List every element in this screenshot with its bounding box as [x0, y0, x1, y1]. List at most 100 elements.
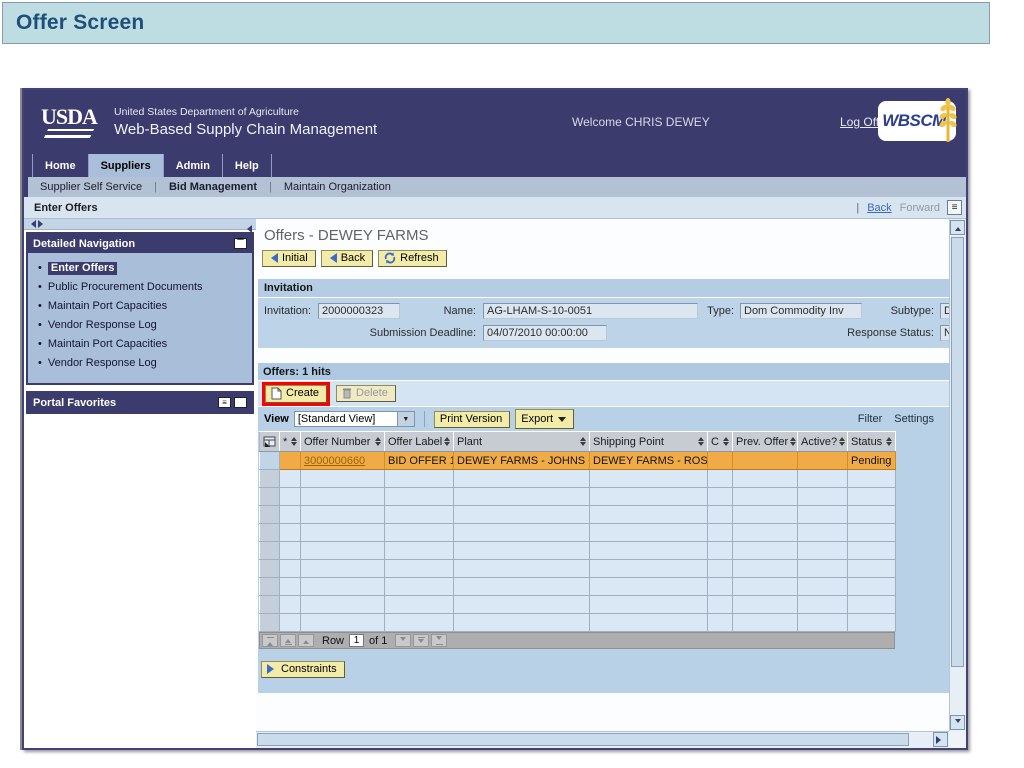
scroll-up-icon[interactable]	[950, 220, 965, 235]
second-level-nav: Supplier Self Service | Bid Management |…	[24, 177, 966, 197]
row-selector-cell[interactable]	[259, 487, 280, 506]
sidebar-item-vendor-response-log-2[interactable]: Vendor Response Log	[28, 354, 252, 373]
column-header-status[interactable]: Status	[847, 431, 896, 452]
vertical-scroll-thumb[interactable]	[951, 237, 964, 667]
row-selector-cell[interactable]	[259, 469, 280, 488]
row-down-button[interactable]	[395, 634, 412, 647]
column-header-star[interactable]: *	[279, 431, 301, 452]
horizontal-scroll-thumb[interactable]	[257, 733, 909, 746]
column-header-offer-number[interactable]: Offer Number	[300, 431, 385, 452]
panel-window-icon[interactable]	[234, 397, 247, 408]
create-delete-row: Create Delete	[258, 381, 949, 407]
breadcrumb: Enter Offers	[34, 201, 98, 214]
page-up-button[interactable]	[280, 634, 296, 647]
sidebar-scroll-left-icon[interactable]	[27, 220, 36, 228]
type-field[interactable]: Dom Commodity Inv	[740, 303, 862, 319]
sidebar-item-maintain-port-capacities[interactable]: Maintain Port Capacities	[28, 297, 252, 316]
subtype-field[interactable]: Definite	[940, 303, 949, 319]
sidebar-item-vendor-response-log[interactable]: Vendor Response Log	[28, 316, 252, 335]
offers-section-header: Offers: 1 hits	[258, 363, 949, 381]
response-status-field[interactable]: New	[940, 325, 949, 341]
page-down-button[interactable]	[413, 634, 430, 647]
row-selector-cell[interactable]	[259, 577, 280, 596]
page-title: Offer Screen	[16, 11, 145, 34]
last-row-button[interactable]	[431, 634, 448, 647]
subnav-maintain-organization[interactable]: Maintain Organization	[282, 181, 393, 193]
log-off-link[interactable]: Log Off	[840, 115, 879, 129]
first-row-button[interactable]	[262, 634, 278, 647]
sidebar-collapse-icon[interactable]	[243, 225, 252, 233]
subnav-bid-management[interactable]: Bid Management	[167, 181, 259, 193]
sidebar-item-enter-offers[interactable]: Enter Offers	[28, 259, 252, 278]
invitation-number-field[interactable]: 2000000323	[318, 303, 400, 319]
dept-line1: United States Department of Agriculture	[114, 106, 300, 118]
tab-suppliers[interactable]: Suppliers	[88, 154, 164, 177]
row-selector-cell[interactable]	[259, 541, 280, 560]
column-header-c[interactable]: C	[707, 431, 733, 452]
row-up-button[interactable]	[298, 634, 314, 647]
content-area: Offers - DEWEY FARMS Initial Back Refres…	[256, 219, 949, 731]
sidebar-item-public-procurement-documents[interactable]: Public Procurement Documents	[28, 278, 252, 297]
page-options-icon[interactable]: ≡	[947, 200, 962, 215]
status-cell: Pending	[847, 451, 896, 470]
initial-button[interactable]: Initial	[262, 250, 316, 267]
table-toolbar: View ▼ Print Version Export	[258, 407, 949, 431]
scroll-down-icon[interactable]	[950, 715, 965, 730]
create-button[interactable]: Create	[265, 384, 328, 403]
tab-help[interactable]: Help	[223, 154, 272, 177]
delete-button[interactable]: Delete	[336, 385, 396, 402]
tab-admin[interactable]: Admin	[164, 154, 223, 177]
star-cell	[279, 451, 301, 470]
dept-line2: Web-Based Supply Chain Management	[114, 121, 378, 138]
column-header-shipping-point[interactable]: Shipping Point	[589, 431, 708, 452]
row-selector-cell[interactable]	[259, 613, 280, 632]
tab-home[interactable]: Home	[32, 154, 89, 177]
row-selector-cell[interactable]	[259, 505, 280, 524]
view-dropdown-input[interactable]	[293, 411, 398, 427]
row-selector-cell[interactable]	[259, 595, 280, 614]
row-selector-cell[interactable]	[259, 523, 280, 542]
sort-icon	[580, 434, 586, 449]
export-button[interactable]: Export	[515, 409, 575, 429]
constraints-button[interactable]: Constraints	[261, 661, 345, 678]
forward-link[interactable]: Forward	[900, 202, 940, 214]
offers-section: Offers: 1 hits Create Delete View [Stand…	[258, 363, 949, 693]
column-header-plant[interactable]: Plant	[453, 431, 590, 452]
submission-deadline-field[interactable]: 04/07/2010 00:00:00	[483, 325, 607, 341]
empty-table-row	[259, 559, 896, 578]
back-link[interactable]: Back	[867, 202, 891, 214]
trash-icon	[343, 388, 352, 399]
table-pagination-bar: Row 1 of 1	[259, 632, 895, 649]
type-label: Type:	[707, 305, 734, 317]
column-header-prev-offer[interactable]: Prev. Offer	[732, 431, 798, 452]
chevron-down-icon[interactable]: ▼	[397, 411, 415, 427]
view-label: View	[264, 413, 289, 425]
column-header-active[interactable]: Active?	[797, 431, 848, 452]
name-field[interactable]: AG-LHAM-S-10-0051	[483, 303, 698, 319]
row-selector-cell[interactable]	[259, 451, 280, 470]
screen: Offer Screen USDA United States Departme…	[0, 0, 1024, 768]
right-arrow-icon	[267, 664, 279, 674]
sidebar-scroll-right-icon[interactable]	[38, 220, 47, 228]
filter-link[interactable]: Filter	[858, 413, 882, 425]
refresh-button[interactable]: Refresh	[378, 250, 447, 267]
detailed-navigation-header: Detailed Navigation ▔	[28, 234, 252, 253]
sidebar-item-maintain-port-capacities-2[interactable]: Maintain Port Capacities	[28, 335, 252, 354]
current-row-field[interactable]: 1	[349, 634, 365, 647]
print-version-button[interactable]: Print Version	[433, 410, 511, 428]
row-selector-cell[interactable]	[259, 559, 280, 578]
offer-row: 3000000660 BID OFFER 1 DEWEY FARMS - JOH…	[259, 451, 896, 470]
back-button[interactable]: Back	[320, 250, 374, 267]
left-arrow-icon	[325, 253, 337, 263]
offer-number-link[interactable]: 3000000660	[304, 455, 365, 467]
sort-icon	[375, 434, 381, 449]
settings-link[interactable]: Settings	[894, 413, 934, 425]
collapse-panel-icon[interactable]: ▔	[234, 238, 247, 249]
select-all-header[interactable]	[259, 431, 280, 452]
panel-menu-icon[interactable]: ≡	[218, 397, 231, 408]
empty-table-row	[259, 613, 896, 632]
response-status-label: Response Status:	[847, 327, 934, 339]
subnav-supplier-self-service[interactable]: Supplier Self Service	[38, 181, 144, 193]
column-header-offer-label[interactable]: Offer Label	[384, 431, 454, 452]
scroll-right-icon[interactable]	[933, 732, 948, 747]
